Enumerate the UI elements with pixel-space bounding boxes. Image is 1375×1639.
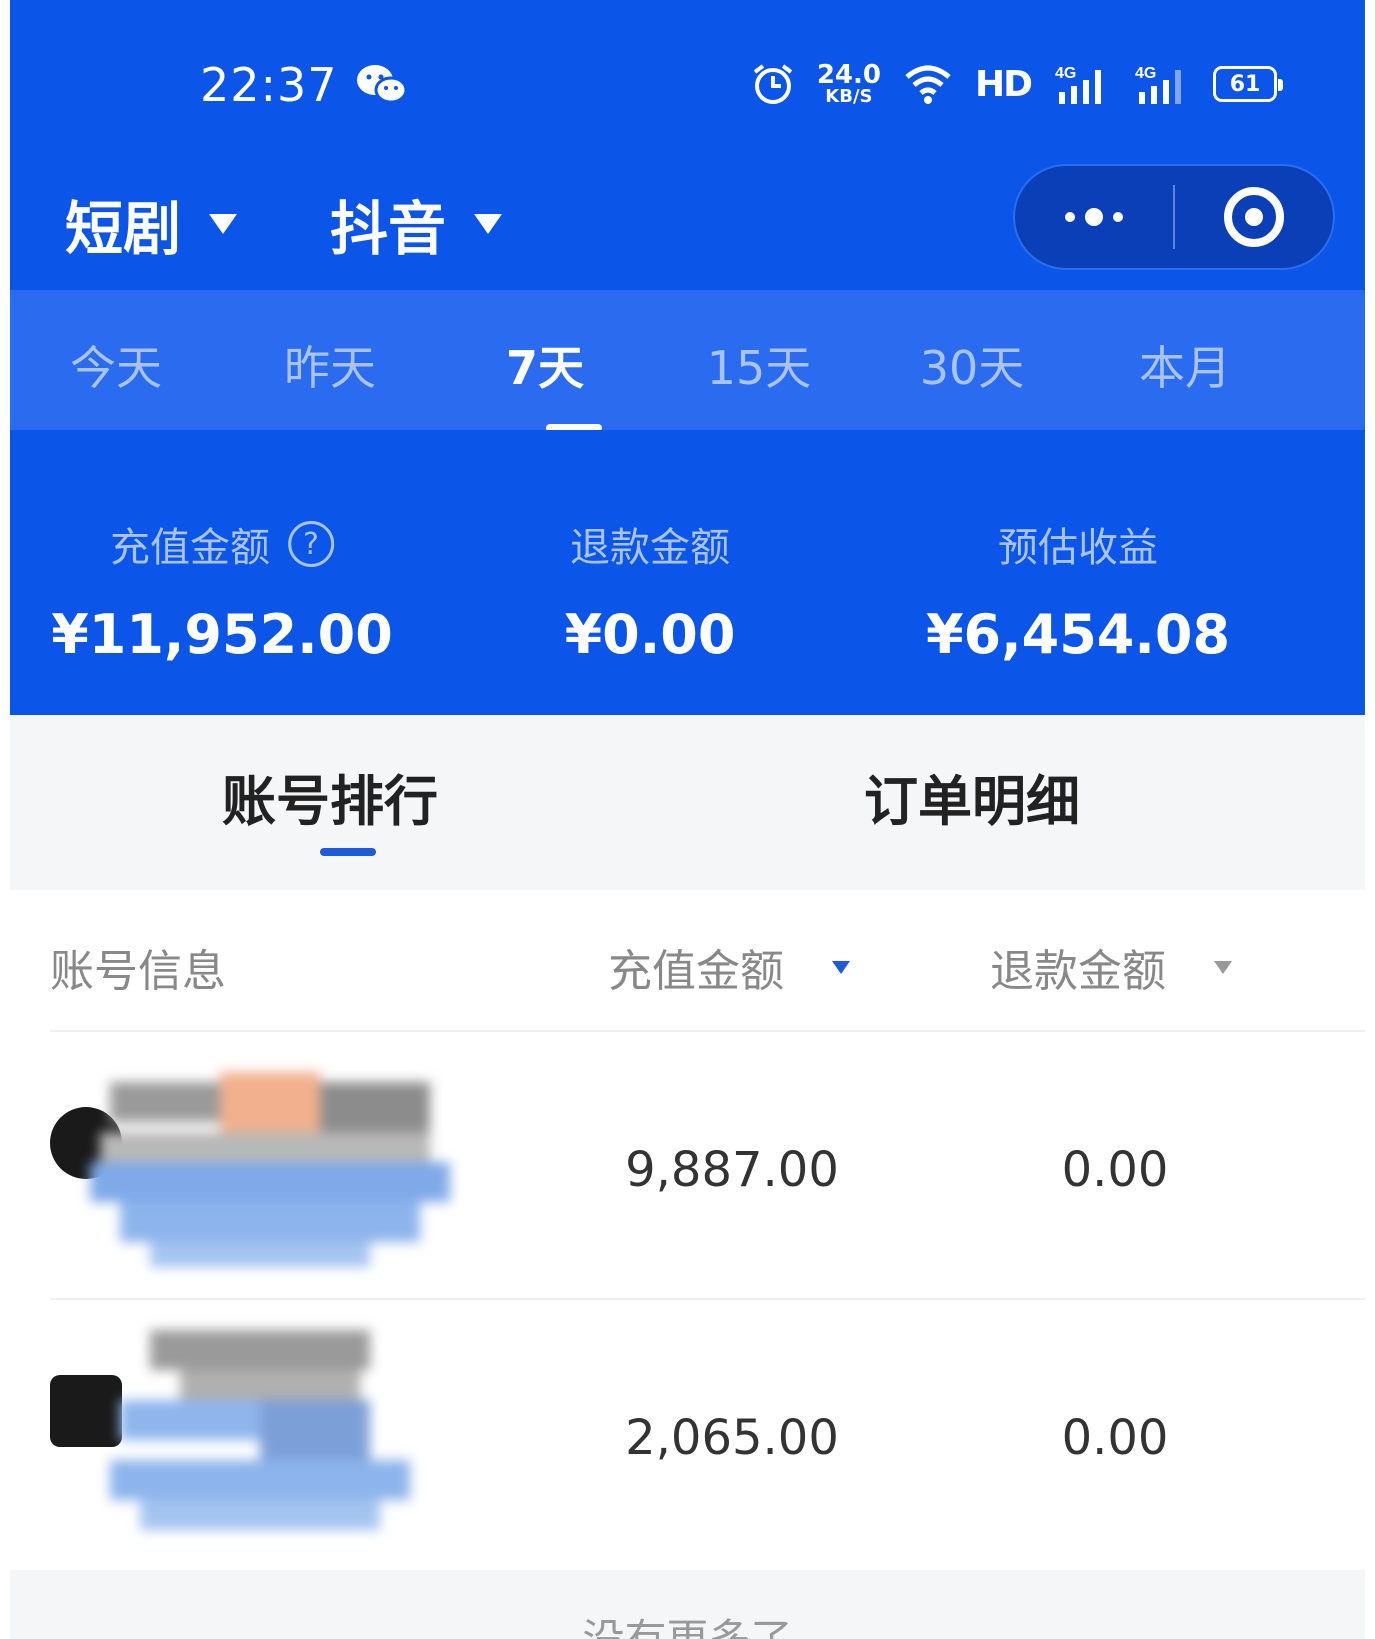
period-tabs: 今天 昨天 7天 15天 30天 本月	[10, 290, 1365, 430]
wifi-icon	[905, 65, 951, 104]
caret-down-icon	[474, 214, 503, 234]
recharge-metric: 充值金额 ? ¥11,952.00	[51, 515, 393, 666]
summary-panel: 充值金额 ? ¥11,952.00 退款金额 ¥0.00 预估收益 ¥6,454…	[10, 430, 1365, 715]
account-table: 账号信息 充值金额 退款金额 9,887.00 0.00 2,065.00 0.…	[10, 890, 1365, 1570]
table-row[interactable]: 2,065.00 0.00	[10, 1300, 1365, 1568]
more-button[interactable]	[1015, 166, 1173, 268]
network-speed: 24.0 KB/S	[817, 62, 881, 106]
network-speed-value: 24.0	[816, 60, 881, 90]
tab-order-details[interactable]: 订单明细	[864, 757, 1080, 836]
title-bar: 短剧 抖音	[10, 160, 1365, 290]
target-icon	[1223, 187, 1284, 247]
tab-15days[interactable]: 15天	[707, 332, 812, 398]
active-section-indicator	[320, 848, 376, 856]
refund-label: 退款金额	[570, 525, 730, 571]
wechat-icon	[357, 65, 408, 104]
battery-icon: 61	[1213, 66, 1283, 102]
recharge-cell: 9,887.00	[625, 1142, 839, 1198]
alarm-icon	[753, 64, 793, 104]
recharge-cell: 2,065.00	[625, 1410, 839, 1466]
tab-this-month[interactable]: 本月	[1139, 332, 1231, 398]
list-footer: 没有更多了	[10, 1570, 1365, 1639]
header-refund-sort[interactable]: 退款金额	[990, 935, 1232, 999]
header-refund-label: 退款金额	[990, 946, 1166, 997]
close-miniapp-button[interactable]	[1175, 166, 1333, 268]
hd-label: HD	[974, 63, 1033, 105]
tab-yesterday[interactable]: 昨天	[284, 332, 376, 398]
header-recharge-sort[interactable]: 充值金额	[608, 935, 850, 999]
signal-4g-icon: 4G	[1055, 65, 1101, 104]
redacted-account-info	[110, 1330, 410, 1530]
recharge-value: ¥11,952.00	[51, 603, 393, 666]
refund-cell: 0.00	[1061, 1410, 1169, 1466]
tab-today[interactable]: 今天	[70, 332, 162, 398]
status-time: 22:37	[200, 58, 338, 112]
refund-value: ¥0.00	[564, 603, 736, 666]
svg-text:4G: 4G	[1055, 65, 1076, 82]
recharge-label: 充值金额	[110, 525, 270, 571]
sort-desc-icon	[832, 960, 850, 974]
redacted-account-info	[90, 1072, 450, 1267]
status-icons: 24.0 KB/S HD 4G 4G 61	[751, 58, 1283, 110]
income-value: ¥6,454.08	[925, 603, 1231, 666]
category-select-label: 短剧	[65, 195, 182, 263]
refund-cell: 0.00	[1061, 1142, 1169, 1198]
miniapp-capsule	[1013, 164, 1335, 270]
category-select[interactable]: 短剧	[65, 182, 238, 266]
more-icon	[1065, 212, 1075, 222]
platform-select-label: 抖音	[330, 195, 447, 263]
status-bar: 22:37 24.0 KB/S HD 4G 4G 61	[10, 0, 1365, 160]
tab-7days[interactable]: 7天	[506, 332, 584, 398]
caret-down-icon	[209, 214, 238, 234]
no-more-text: 没有更多了	[582, 1606, 792, 1639]
table-row[interactable]: 9,887.00 0.00	[10, 1032, 1365, 1300]
tab-30days[interactable]: 30天	[920, 332, 1025, 398]
app-page: 22:37 24.0 KB/S HD 4G 4G 61 短剧 抖音 今天 昨天 …	[10, 0, 1365, 1639]
header-account-info-label: 账号信息	[50, 946, 226, 997]
help-icon[interactable]: ?	[288, 521, 334, 567]
sort-desc-icon	[1214, 960, 1232, 974]
section-tabs: 账号排行 订单明细	[10, 715, 1365, 890]
income-metric: 预估收益 ¥6,454.08	[926, 515, 1230, 666]
tab-account-ranking[interactable]: 账号排行	[222, 757, 438, 836]
refund-metric: 退款金额 ¥0.00	[565, 515, 736, 666]
income-label: 预估收益	[997, 525, 1158, 571]
signal-4g-icon: 4G	[1135, 65, 1181, 104]
header-recharge-label: 充值金额	[608, 946, 784, 997]
svg-text:4G: 4G	[1135, 65, 1156, 82]
platform-select[interactable]: 抖音	[330, 182, 503, 266]
header-account-info: 账号信息	[50, 935, 226, 999]
network-speed-unit: KB/S	[825, 86, 873, 107]
